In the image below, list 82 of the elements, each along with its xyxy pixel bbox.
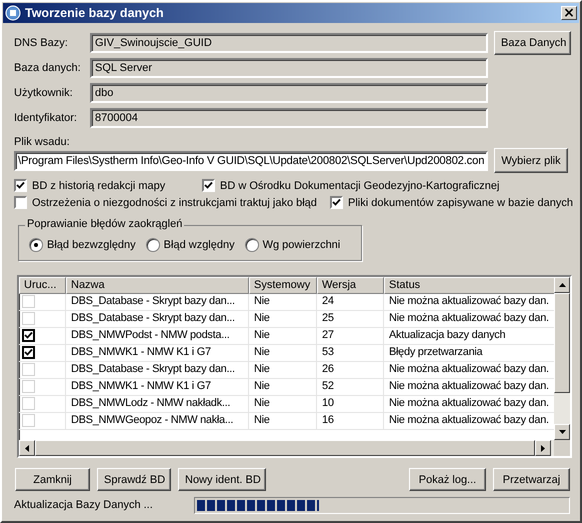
column-header[interactable]: Wersja [317, 277, 384, 294]
checkbox[interactable] [14, 179, 27, 192]
table-cell: Nie [254, 312, 270, 324]
radio-label: Wg powierzchni [262, 239, 340, 251]
radio-button[interactable] [244, 238, 259, 252]
window-title: Tworzenie bazy danych [25, 6, 165, 20]
table-cell: Nie [254, 295, 270, 307]
table-cell: DBS_NMWK1 - NMW K1 i G7 [71, 346, 211, 358]
table-cell: 52 [322, 380, 334, 392]
input-field[interactable]: dbo [90, 83, 488, 103]
checkbox[interactable] [202, 179, 215, 192]
horizontal-scrollbar[interactable] [19, 440, 570, 456]
table-cell: Nie [254, 329, 270, 341]
table-cell: Nie można aktualizować bazy dan. [389, 295, 549, 307]
checkbox[interactable] [330, 196, 343, 209]
table-cell: Nie [254, 346, 270, 358]
action-button[interactable]: Pokaż log... [409, 468, 486, 491]
column-header[interactable]: Systemowy [249, 277, 317, 294]
app-icon [5, 5, 21, 21]
group-title: Poprawianie błędów zaokrągleń [25, 218, 184, 230]
table-cell: Błędy przetwarzania [389, 346, 482, 358]
status-text: Aktualizacja Bazy Danych ... [14, 499, 154, 511]
checkbox-label: BD w Ośrodku Dokumentacji Geodezyjno-Kartograficznej [220, 180, 500, 192]
table-cell: Nie można aktualizować bazy dan. [389, 397, 549, 409]
scroll-right-icon[interactable] [541, 444, 545, 452]
table-cell: DBS_Database - Skrypt bazy dan... [71, 295, 235, 307]
close-button[interactable]: × [561, 6, 577, 20]
table-cell: Nie można aktualizować bazy dan. [389, 380, 549, 392]
checkbox-label: BD z historią redakcji mapy [32, 180, 166, 192]
table-cell: 27 [322, 329, 334, 341]
field-label: Identyfikator: [14, 112, 78, 124]
table-cell: DBS_Database - Skrypt bazy dan... [71, 363, 235, 375]
table-cell: Nie [254, 380, 270, 392]
table-cell: Nie [254, 414, 270, 426]
table-cell: DBS_NMWPodst - NMW podsta... [71, 329, 230, 341]
table-cell: Nie można aktualizować bazy dan. [389, 363, 549, 375]
column-header[interactable]: Status [384, 277, 554, 294]
file-path-field[interactable]: \Program Files\Systherm Info\Geo-Info V GUID\SQL\Update\200802\SQLServer\Upd200802.con [14, 150, 488, 170]
checkbox[interactable] [14, 196, 27, 209]
table-cell: Nie [254, 363, 270, 375]
table-cell: 26 [322, 363, 334, 375]
table-cell: Nie można aktualizować bazy dan. [389, 312, 549, 324]
radio-button[interactable] [29, 238, 43, 252]
field-label: DNS Bazy: [14, 37, 69, 49]
action-button[interactable]: Sprawdź BD [97, 468, 171, 491]
input-field[interactable]: 8700004 [90, 108, 488, 128]
input-field[interactable]: SQL Server [90, 58, 488, 78]
table-cell: DBS_Database - Skrypt bazy dan... [71, 312, 235, 324]
database-button[interactable]: Baza Danych [494, 31, 571, 55]
field-label: Baza danych: [14, 62, 82, 74]
radio-label: Błąd względny [164, 239, 235, 251]
table-cell: 16 [322, 414, 334, 426]
checkbox-label: Pliki dokumentów zapisywane w bazie danych [348, 196, 574, 208]
table-cell: 25 [322, 312, 334, 324]
table-cell: DBS_NMWLodz - NMW nakładk... [71, 397, 230, 409]
choose-file-button[interactable]: Wybierz plik [494, 148, 568, 173]
table-cell: Aktualizacja bazy danych [389, 329, 506, 341]
vertical-scrollbar[interactable] [554, 277, 570, 440]
field-label: Użytkownik: [14, 87, 74, 99]
table-cell: DBS_NMWK1 - NMW K1 i G7 [71, 380, 211, 392]
input-field[interactable]: GIV_Swinoujscie_GUID [90, 33, 488, 53]
table-cell: Nie [254, 397, 270, 409]
table-cell: 53 [322, 346, 334, 358]
table-cell: 10 [322, 397, 334, 409]
scrollbar-corner [554, 440, 570, 456]
column-header[interactable]: Uruc... [19, 277, 66, 294]
radio-label: Błąd bezwzględny [47, 239, 136, 251]
scroll-up-icon[interactable] [558, 283, 566, 287]
table-cell: Nie można aktualizować bazy dan. [389, 414, 549, 426]
checkbox[interactable] [22, 346, 35, 359]
radio-button[interactable] [146, 238, 160, 252]
table-cell: DBS_NMWGeopoz - NMW nakła... [71, 414, 234, 426]
checkbox-label: Ostrzeżenia o niezgodności z instrukcjami traktuj jako błąd [32, 196, 317, 208]
checkbox[interactable] [22, 329, 35, 342]
column-header[interactable]: Nazwa [66, 277, 249, 294]
scroll-left-icon[interactable] [25, 444, 29, 452]
field-label: Plik wsadu: [14, 136, 71, 148]
action-button[interactable]: Nowy ident. BD [178, 468, 266, 491]
scroll-down-icon[interactable] [558, 430, 566, 434]
action-button[interactable]: Przetwarzaj [493, 468, 570, 491]
table-cell: 24 [322, 295, 334, 307]
action-button[interactable]: Zamknij [15, 468, 90, 491]
